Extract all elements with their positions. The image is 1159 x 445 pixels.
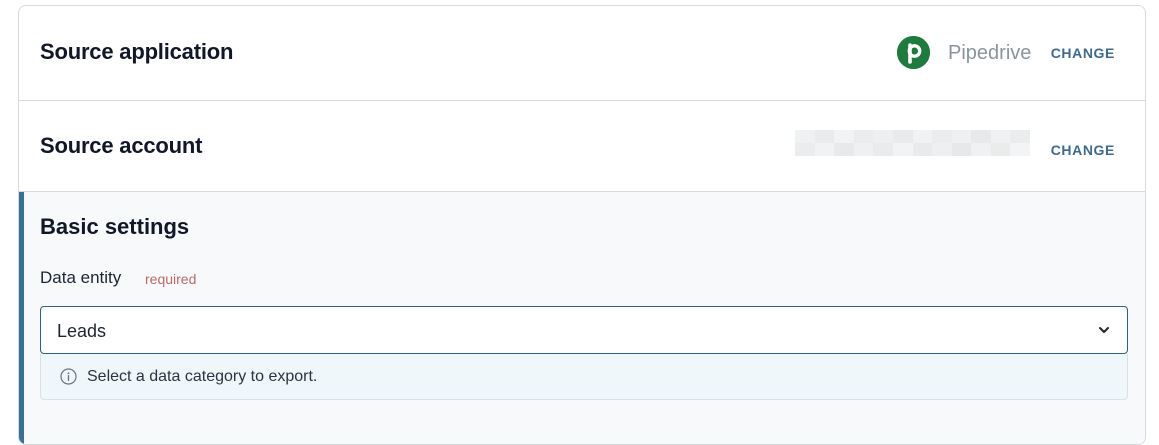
data-entity-select[interactable]: Leads: [40, 306, 1128, 354]
chevron-down-icon: [1099, 327, 1109, 333]
source-account-title: Source account: [40, 133, 203, 158]
info-icon: [60, 368, 77, 385]
source-application-row: Source application Pipedrive CHANGE: [19, 6, 1145, 101]
change-source-application-button[interactable]: CHANGE: [1051, 45, 1115, 61]
source-account-row: Source account CHANGE: [19, 101, 1145, 192]
connection-settings-card: Source application Pipedrive CHANGE Sour…: [18, 5, 1146, 445]
pipedrive-logo-icon: [897, 36, 930, 69]
required-indicator: required: [145, 271, 197, 287]
basic-settings-title: Basic settings: [40, 214, 190, 239]
data-entity-hint: Select a data category to export.: [40, 354, 1128, 400]
basic-settings-section: Basic settings Data entity required Lead…: [19, 192, 1145, 444]
source-account-value-redacted: [795, 130, 1030, 156]
source-application-title: Source application: [40, 39, 234, 64]
change-source-account-button[interactable]: CHANGE: [1051, 142, 1115, 158]
source-application-name: Pipedrive: [948, 42, 1032, 64]
data-entity-hint-text: Select a data category to export.: [87, 368, 318, 385]
data-entity-label: Data entity: [40, 268, 122, 287]
data-entity-selected-value: Leads: [57, 321, 107, 341]
